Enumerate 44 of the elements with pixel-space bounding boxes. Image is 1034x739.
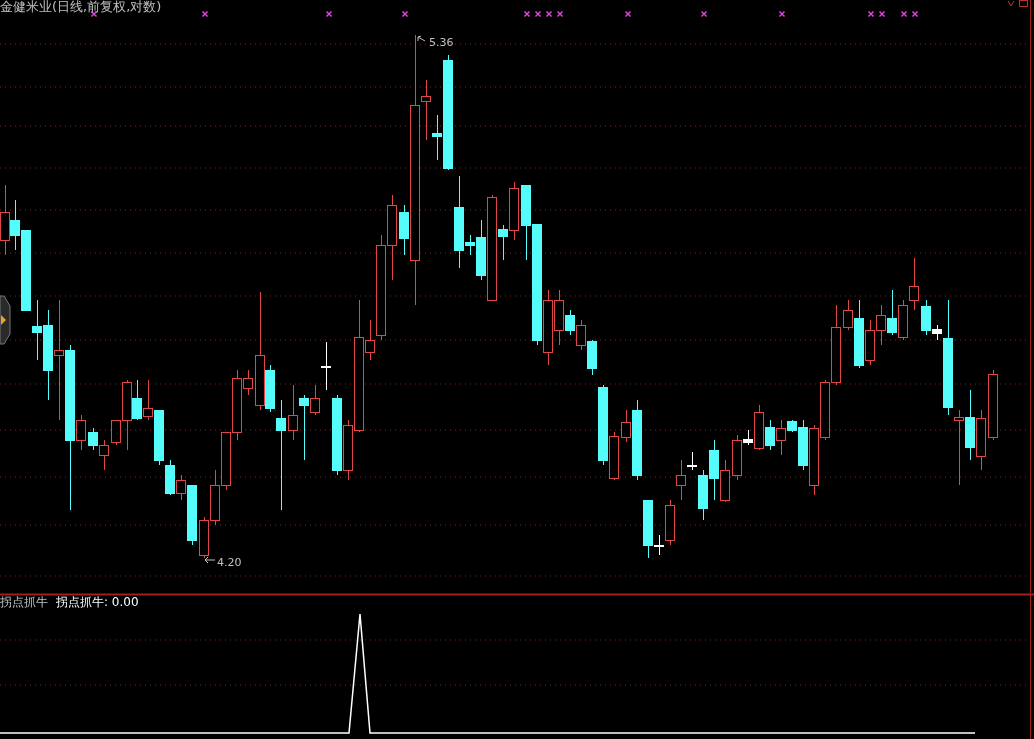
indicator-name: 拐点抓牛 [0,595,48,610]
candlestick [88,427,98,451]
arrow-icon [417,35,426,42]
candlestick [143,379,153,421]
candlestick [887,289,897,336]
cross-icon [900,10,908,18]
candlestick [288,384,298,441]
cross-icon [523,10,531,18]
cross-icon [401,10,409,18]
candlestick [820,379,830,441]
cross-icon [911,10,919,18]
chart-title: 金健米业(日线,前复权,对数) [0,0,162,14]
indicator-reading: 拐点抓牛: 0.00 [56,595,139,610]
candlestick [587,339,597,376]
price-label: 4.20 [217,556,242,569]
candlestick [965,389,975,461]
panel-icon[interactable] [1019,0,1028,7]
cross-icon [325,10,333,18]
cross-icon [700,10,708,18]
cross-icon [867,10,875,18]
candlestick [199,516,209,559]
cross-icon [878,10,886,18]
candlestick [809,424,819,496]
cross-icon [545,10,553,18]
expand-handle[interactable] [0,295,11,345]
cross-icon [201,10,209,18]
candlestick [221,431,231,491]
arrow-icon [204,556,216,564]
cross-icon [624,10,632,18]
candlestick [909,257,919,311]
cross-icon [778,10,786,18]
candlestick [709,439,719,501]
candlestick [976,409,986,471]
candlestick [99,439,109,471]
candlestick [720,459,730,503]
candlestick [898,299,908,341]
cross-icon [556,10,564,18]
candlestick [988,369,998,441]
price-label: 5.36 [429,36,454,49]
candlestick [576,319,586,351]
cross-icon [534,10,542,18]
candlestick [210,469,220,526]
candlestick [876,304,886,346]
pin-icon[interactable] [1007,0,1015,7]
